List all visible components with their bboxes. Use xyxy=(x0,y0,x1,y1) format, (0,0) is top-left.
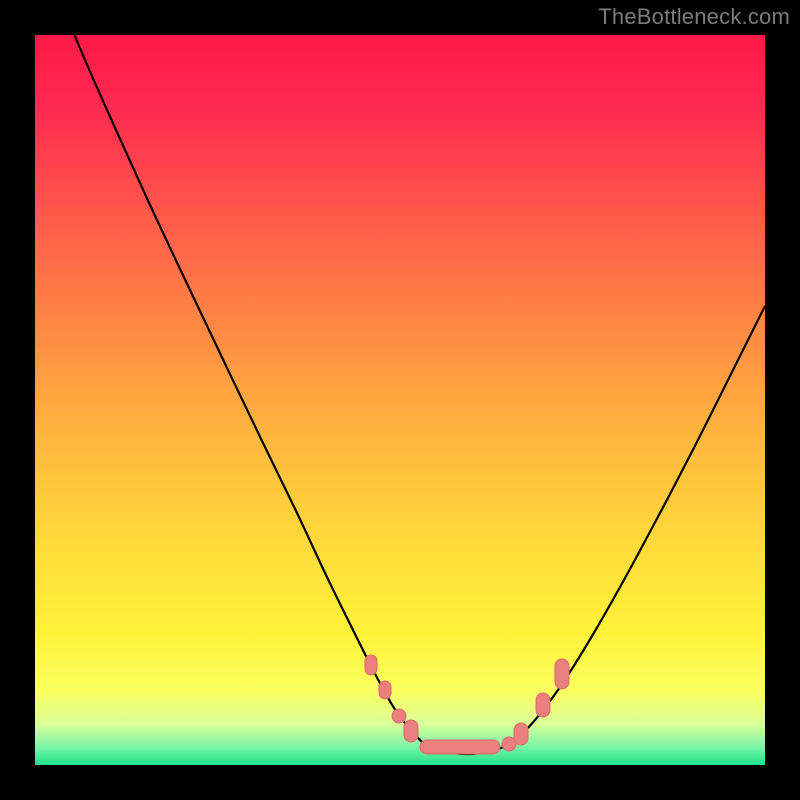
curve-marker xyxy=(536,693,550,717)
bottleneck-chart xyxy=(0,0,800,800)
curve-marker xyxy=(420,740,500,754)
curve-marker xyxy=(392,709,406,723)
gradient-background xyxy=(35,35,765,765)
curve-marker xyxy=(404,720,418,742)
curve-marker xyxy=(555,659,569,689)
curve-marker xyxy=(514,723,528,745)
watermark-text: TheBottleneck.com xyxy=(598,4,790,30)
chart-container: TheBottleneck.com xyxy=(0,0,800,800)
curve-marker xyxy=(379,681,391,699)
curve-marker xyxy=(365,655,377,675)
